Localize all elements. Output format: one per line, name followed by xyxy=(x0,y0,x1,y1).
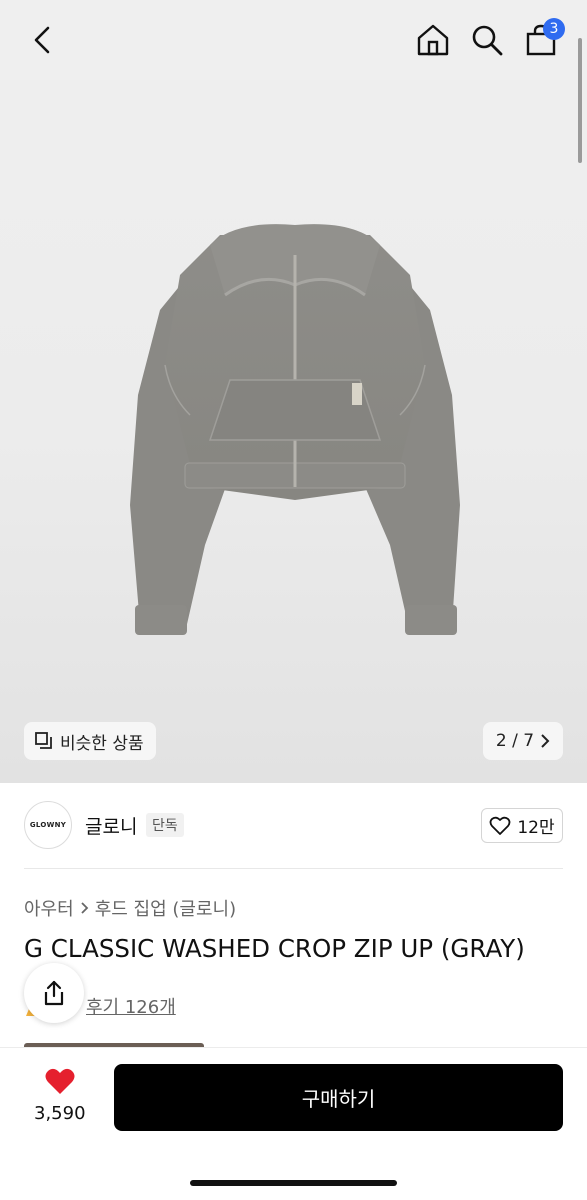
breadcrumb-category[interactable]: 아우터 xyxy=(24,895,74,921)
product-title: G CLASSIC WASHED CROP ZIP UP (GRAY) xyxy=(24,934,525,963)
heart-filled-icon xyxy=(45,1068,75,1094)
cart-count-badge: 3 xyxy=(543,18,565,40)
scrollbar[interactable] xyxy=(578,38,582,163)
brand-like-count: 12만 xyxy=(517,818,555,838)
top-navigation-bar: 3 xyxy=(0,0,587,80)
similar-products-button[interactable]: 비슷한 상품 xyxy=(24,722,156,760)
image-counter-label: 2 / 7 xyxy=(495,731,535,751)
brand-like-button[interactable]: 12만 xyxy=(481,808,563,843)
back-chevron-icon xyxy=(34,26,50,54)
brand-name-link[interactable]: 글로니 xyxy=(85,812,137,839)
review-count-link[interactable]: 후기 126개 xyxy=(86,993,176,1019)
product-photo xyxy=(130,224,460,635)
brand-logo-text: GLOWNY xyxy=(29,821,67,829)
search-button[interactable] xyxy=(467,18,507,62)
copy-icon xyxy=(35,732,52,749)
home-indicator xyxy=(190,1180,397,1186)
section-divider xyxy=(24,868,563,869)
chevron-right-icon xyxy=(541,734,550,748)
favorite-button[interactable] xyxy=(44,1067,76,1099)
cart-button[interactable]: 3 xyxy=(521,18,565,62)
heart-outline-icon xyxy=(489,816,511,835)
share-button[interactable] xyxy=(24,963,84,1023)
favorite-count: 3,590 xyxy=(34,1103,86,1124)
image-counter-button[interactable]: 2 / 7 xyxy=(483,722,563,760)
buy-button[interactable]: 구매하기 xyxy=(114,1064,563,1131)
similar-products-label: 비슷한 상품 xyxy=(60,733,144,754)
home-button[interactable] xyxy=(413,18,453,62)
chevron-right-icon xyxy=(81,902,88,914)
search-icon xyxy=(472,25,503,56)
back-button[interactable] xyxy=(22,18,62,62)
breadcrumb: 아우터 후드 집업 (글로니) xyxy=(24,895,236,921)
product-image-area[interactable]: 비슷한 상품 2 / 7 xyxy=(0,0,587,783)
buy-button-label: 구매하기 xyxy=(301,1087,376,1111)
brand-logo[interactable]: GLOWNY xyxy=(24,801,72,849)
home-icon xyxy=(417,24,449,56)
breadcrumb-subcategory[interactable]: 후드 집업 (글로니) xyxy=(95,895,236,921)
share-icon xyxy=(44,980,64,1006)
exclusive-badge: 단독 xyxy=(146,813,184,837)
